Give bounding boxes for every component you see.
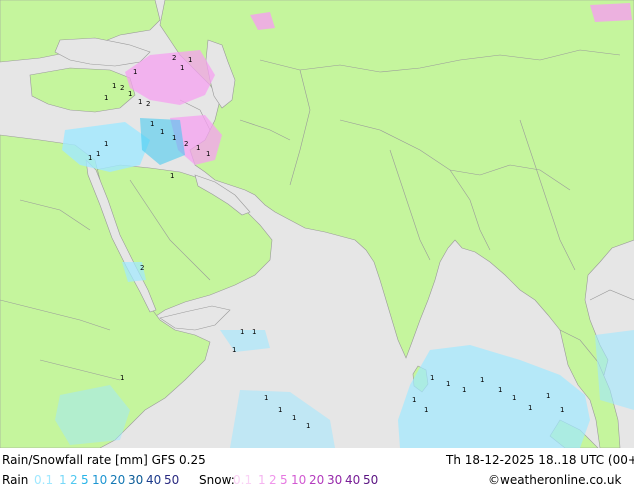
rain-scale-value-6: 30 <box>128 473 144 487</box>
snow-scale-value-6: 30 <box>327 473 343 487</box>
rain-label: Rain <box>2 473 29 487</box>
precip-label: 1 <box>138 98 142 106</box>
precip-label: 1 <box>528 404 532 412</box>
precip-label: 2 <box>184 140 188 148</box>
rain-scale-value-0: 0.1 <box>34 473 54 487</box>
rain-scale-value-2: 2 <box>70 473 78 487</box>
precip-label: 1 <box>446 380 450 388</box>
snow-scale-value-1: 1 <box>258 473 266 487</box>
snow-scale-value-4: 10 <box>291 473 307 487</box>
precip-label: 1 <box>104 140 108 148</box>
precip-label: 1 <box>264 394 268 402</box>
precip-label: 1 <box>546 392 550 400</box>
snow-label: Snow: <box>199 473 235 487</box>
precip-label: 1 <box>128 90 132 98</box>
snow-scale-value-3: 5 <box>280 473 288 487</box>
snow-scale-value-0: 0.1 <box>233 473 253 487</box>
snow-scale-value-2: 2 <box>269 473 277 487</box>
snow-scale-value-5: 20 <box>309 473 325 487</box>
rain-scale-value-1: 1 <box>59 473 67 487</box>
precip-label: 1 <box>172 134 176 142</box>
credit-text: ©weatheronline.co.uk <box>488 473 622 487</box>
rain-scale-value-3: 5 <box>81 473 89 487</box>
precip-label: 2 <box>172 54 176 62</box>
precip-label: 1 <box>88 154 92 162</box>
legend-row-title: Rain/Snowfall rate [mm] GFS 0.25 Th 18-1… <box>0 450 634 470</box>
rain-scale-value-7: 40 <box>146 473 162 487</box>
precip-label: 1 <box>512 394 516 402</box>
rain-area-myanmar <box>595 330 634 410</box>
precip-label: 1 <box>112 82 116 90</box>
precip-label: 2 <box>146 100 150 108</box>
precip-label: 1 <box>240 328 244 336</box>
precip-label: 1 <box>430 374 434 382</box>
precip-label: 1 <box>188 56 192 64</box>
precip-label: 1 <box>96 150 100 158</box>
map-title: Rain/Snowfall rate [mm] GFS 0.25 <box>2 453 206 467</box>
precip-label: 1 <box>133 68 137 76</box>
precip-label: 1 <box>292 414 296 422</box>
precip-label: 1 <box>306 422 310 430</box>
precip-label: 1 <box>278 406 282 414</box>
precip-label: 1 <box>252 328 256 336</box>
precip-label: 1 <box>480 376 484 384</box>
precip-label: 2 <box>120 84 124 92</box>
precip-label: 1 <box>160 128 164 136</box>
legend-bar: Rain/Snowfall rate [mm] GFS 0.25 Th 18-1… <box>0 448 634 490</box>
precip-label: 1 <box>462 386 466 394</box>
precip-label: 1 <box>560 406 564 414</box>
snow-scale-value-7: 40 <box>345 473 361 487</box>
legend-row-scale: Rain 0.1 1 2 5 10 20 30 40 50 Snow: 0.1 1 2 5 10 20 30… <box>0 470 634 490</box>
precipitation-map: 12 11 211 2111112 11111121 111111111111111111 <box>0 0 634 448</box>
precip-label: 1 <box>232 346 236 354</box>
precip-label: 1 <box>150 120 154 128</box>
precip-label: 1 <box>196 144 200 152</box>
valid-datetime: Th 18-12-2025 18..18 UTC (00+282) <box>446 453 634 467</box>
precip-label: 1 <box>104 94 108 102</box>
rain-scale-value-8: 50 <box>164 473 180 487</box>
precip-label: 1 <box>206 150 210 158</box>
precip-label: 2 <box>140 264 144 272</box>
precip-label: 1 <box>424 406 428 414</box>
rain-scale-value-5: 20 <box>110 473 126 487</box>
snow-area-northeast <box>590 3 632 22</box>
precip-label: 1 <box>412 396 416 404</box>
rain-scale-value-4: 10 <box>92 473 108 487</box>
precip-label: 1 <box>120 374 124 382</box>
snow-scale-value-8: 50 <box>363 473 379 487</box>
precip-label: 1 <box>170 172 174 180</box>
precip-label: 1 <box>180 64 184 72</box>
precip-label: 1 <box>498 386 502 394</box>
